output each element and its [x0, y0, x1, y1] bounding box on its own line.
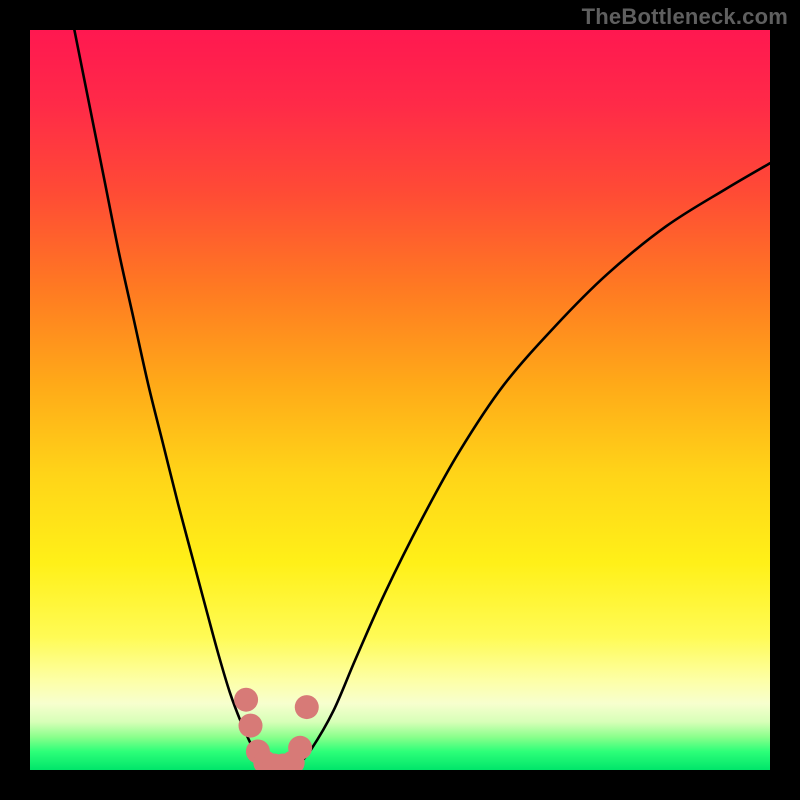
marker-dot: [239, 714, 263, 738]
marker-dot: [288, 736, 312, 760]
highlight-markers: [234, 688, 319, 770]
curve-left: [74, 30, 266, 767]
watermark-text: TheBottleneck.com: [582, 4, 788, 30]
curve-right: [296, 163, 770, 767]
curve-layer: [30, 30, 770, 770]
marker-dot: [234, 688, 258, 712]
plot-area: [30, 30, 770, 770]
chart-frame: TheBottleneck.com: [0, 0, 800, 800]
marker-dot: [295, 695, 319, 719]
